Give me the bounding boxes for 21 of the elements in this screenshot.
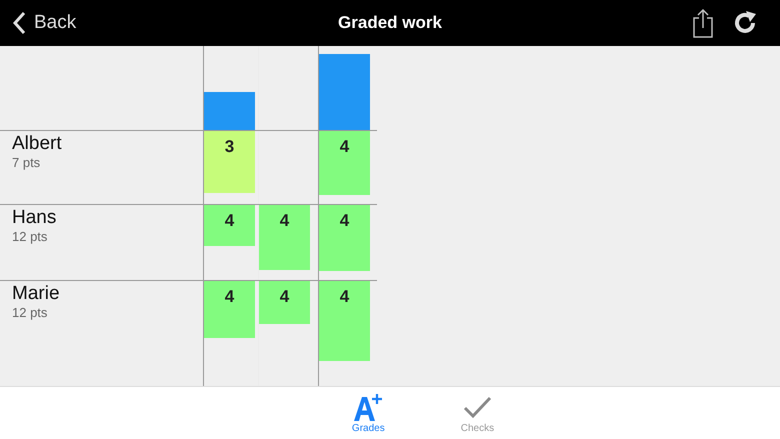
grade-cell[interactable]: 4 [319,281,370,362]
screen-title: Graded work [338,13,442,33]
grade-cell[interactable]: 4 [319,131,370,194]
points-total: 12 pts [12,304,48,320]
grade-cell[interactable]: 4 [259,281,310,324]
grade-cell[interactable]: 4 [319,205,370,271]
grade-a-plus-icon [353,393,384,421]
tab[interactable]: Grades [344,387,393,439]
student-name: Hans [12,208,58,229]
grade-cell[interactable]: 4 [204,205,255,246]
back-button[interactable]: Back [0,11,76,35]
share-icon[interactable] [692,8,714,38]
student-name: Albert [12,134,63,155]
grade-cell[interactable]: 3 [204,131,255,194]
points-total: 7 pts [12,154,42,170]
chevron-icon [12,11,26,35]
student-name: Marie [12,284,61,305]
points-total: 12 pts [12,228,48,244]
grade-cell[interactable]: 4 [259,205,310,270]
refresh-icon[interactable] [734,11,758,35]
grade-cell[interactable]: 4 [204,281,255,338]
